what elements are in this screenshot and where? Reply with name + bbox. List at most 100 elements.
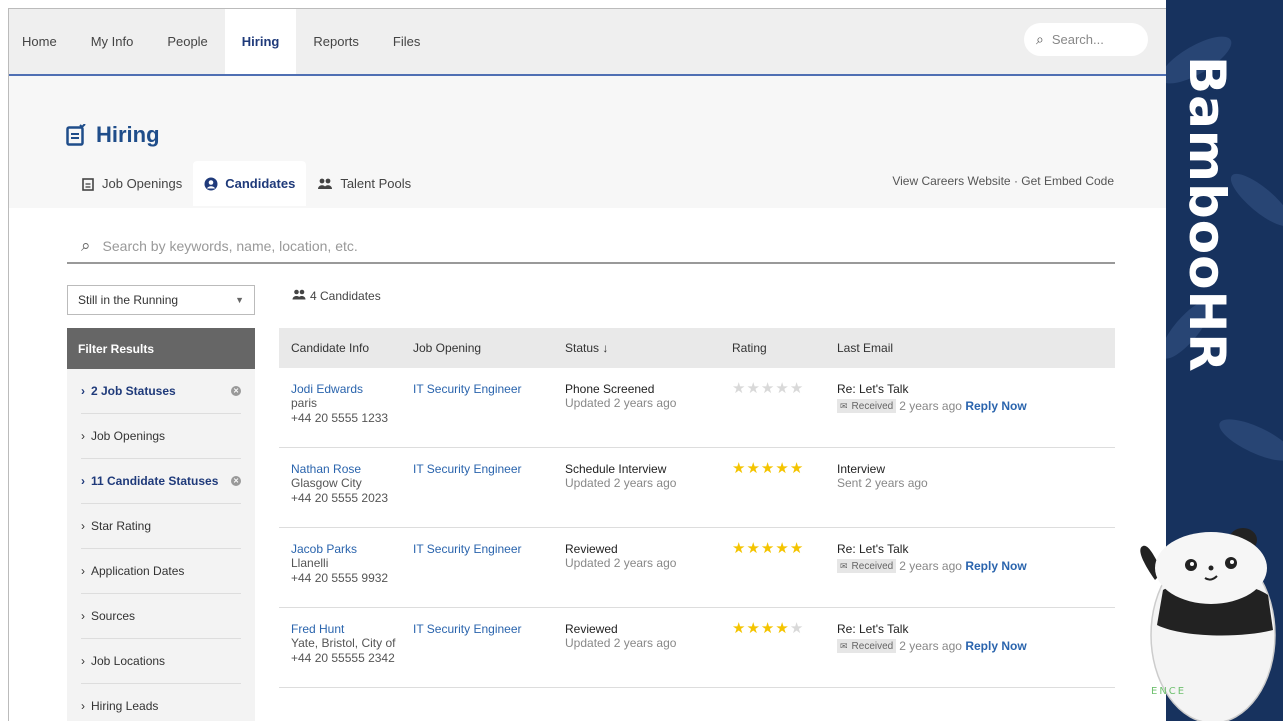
nav-people[interactable]: People (150, 9, 224, 74)
star-icon[interactable]: ★ (775, 460, 789, 477)
email-time: 2 years ago (899, 399, 962, 413)
filter-item-text: › Hiring Leads (81, 699, 158, 713)
clear-filter-icon[interactable]: ✕ (231, 386, 241, 396)
global-search-placeholder: Search... (1051, 32, 1104, 47)
star-icon[interactable]: ★ (732, 460, 746, 477)
received-badge: ✉ Received (837, 639, 897, 653)
star-icon[interactable]: ★ (790, 460, 804, 477)
star-icon[interactable]: ★ (746, 380, 760, 397)
nav-reports[interactable]: Reports (296, 9, 376, 74)
tab-candidates-label: Candidates (225, 176, 296, 191)
search-icon: ⌕ (81, 236, 91, 255)
star-rating[interactable]: ★★★★★ (732, 380, 837, 397)
email-time: 2 years ago (899, 559, 962, 573)
email-subject: Re: Let's Talk (837, 542, 909, 556)
job-openings-icon (82, 177, 95, 191)
star-rating[interactable]: ★★★★★ (732, 460, 837, 477)
star-icon[interactable]: ★ (790, 380, 804, 397)
job-opening-link[interactable]: IT Security Engineer (413, 382, 565, 396)
filter-item[interactable]: › Star Rating (81, 504, 241, 549)
filter-item[interactable]: › 2 Job Statuses ✕ (81, 369, 241, 414)
star-icon[interactable]: ★ (775, 380, 789, 397)
filter-item[interactable]: › Job Openings (81, 414, 241, 459)
table-row[interactable]: Jacob Parks Llanelli +44 20 5555 9932 IT Se… (279, 528, 1115, 608)
email-time: Sent 2 years ago (837, 476, 928, 490)
star-icon[interactable]: ★ (775, 620, 789, 637)
column-header-rating[interactable]: Rating (732, 341, 837, 355)
candidate-filter-dropdown[interactable]: Still in the Running ▼ (67, 285, 255, 315)
job-opening-link[interactable]: IT Security Engineer (413, 542, 565, 556)
table-row[interactable]: Nathan Rose Glasgow City +44 20 5555 2023 I… (279, 448, 1115, 528)
filter-item[interactable]: › Sources (81, 594, 241, 639)
filter-item[interactable]: › Job Locations (81, 639, 241, 684)
star-icon[interactable]: ★ (790, 540, 804, 557)
page-header: Hiring Job Openings Candidates Talent Po… (9, 76, 1166, 206)
star-icon[interactable]: ★ (790, 620, 804, 637)
envelope-icon: ✉ (840, 400, 848, 411)
filter-panel: Filter Results › 2 Job Statuses ✕ › Job Open… (67, 328, 255, 721)
star-icon[interactable]: ★ (761, 540, 775, 557)
column-header-job-opening[interactable]: Job Opening (413, 341, 565, 355)
candidate-phone: +44 20 5555 9932 (291, 571, 389, 585)
nav-home[interactable]: Home (9, 9, 74, 74)
filter-item-text: › Application Dates (81, 564, 184, 578)
chevron-right-icon: › (81, 564, 85, 578)
global-search-input[interactable]: ⌕ Search... (1024, 23, 1148, 56)
filter-item[interactable]: › Application Dates (81, 549, 241, 594)
filter-item-label: 11 Candidate Statuses (91, 474, 219, 488)
star-icon[interactable]: ★ (732, 540, 746, 557)
job-opening-link[interactable]: IT Security Engineer (413, 622, 565, 636)
star-icon[interactable]: ★ (746, 620, 760, 637)
candidate-name-link[interactable]: Jodi Edwards (291, 382, 413, 396)
candidate-name-link[interactable]: Nathan Rose (291, 462, 413, 476)
people-icon (292, 289, 306, 303)
star-icon[interactable]: ★ (732, 620, 746, 637)
candidate-location: paris (291, 396, 318, 410)
tab-candidates[interactable]: Candidates (193, 161, 307, 206)
received-badge-label: Received (851, 560, 894, 572)
star-icon[interactable]: ★ (746, 540, 760, 557)
embed-code-link[interactable]: Get Embed Code (1021, 174, 1114, 188)
star-icon[interactable]: ★ (761, 380, 775, 397)
view-careers-link[interactable]: View Careers Website (892, 174, 1010, 188)
dropdown-value: Still in the Running (78, 293, 179, 307)
candidate-name-link[interactable]: Jacob Parks (291, 542, 413, 556)
table-row[interactable]: Jodi Edwards paris +44 20 5555 1233 IT Secu… (279, 368, 1115, 448)
candidate-search-input[interactable]: ⌕ Search by keywords, name, location, et… (67, 230, 1115, 264)
column-header-candidate-info[interactable]: Candidate Info (279, 341, 413, 355)
star-icon[interactable]: ★ (761, 460, 775, 477)
column-header-status[interactable]: Status ↓ (565, 341, 732, 355)
chevron-right-icon: › (81, 519, 85, 533)
candidate-phone: +44 20 5555 1233 (291, 411, 389, 425)
candidate-status: Phone Screened (565, 382, 655, 396)
star-icon[interactable]: ★ (732, 380, 746, 397)
link-separator: · (1013, 174, 1018, 188)
email-time: 2 years ago (899, 639, 962, 653)
tab-job-openings[interactable]: Job Openings (71, 161, 193, 206)
star-icon[interactable]: ★ (761, 620, 775, 637)
clear-filter-icon[interactable]: ✕ (231, 476, 241, 486)
column-header-last-email[interactable]: Last Email (837, 341, 1115, 355)
star-icon[interactable]: ★ (775, 540, 789, 557)
filter-item-text: › Sources (81, 609, 135, 623)
nav-my-info[interactable]: My Info (74, 9, 151, 74)
filter-item[interactable]: › 11 Candidate Statuses ✕ (81, 459, 241, 504)
star-rating[interactable]: ★★★★★ (732, 540, 837, 557)
page-title: Hiring (66, 122, 160, 148)
job-opening-link[interactable]: IT Security Engineer (413, 462, 565, 476)
candidate-name-link[interactable]: Fred Hunt (291, 622, 413, 636)
filter-item[interactable]: › Hiring Leads (81, 684, 241, 721)
nav-files[interactable]: Files (376, 9, 437, 74)
tab-talent-pools[interactable]: Talent Pools (306, 161, 422, 206)
reply-now-link[interactable]: Reply Now (965, 399, 1026, 413)
star-icon[interactable]: ★ (746, 460, 760, 477)
candidate-location: Llanelli (291, 556, 329, 570)
nav-hiring[interactable]: Hiring (224, 9, 297, 74)
reply-now-link[interactable]: Reply Now (965, 559, 1026, 573)
reply-now-link[interactable]: Reply Now (965, 639, 1026, 653)
table-row[interactable]: Fred Hunt Yate, Bristol, City of +44 20 55… (279, 608, 1115, 688)
star-rating[interactable]: ★★★★★ (732, 620, 837, 637)
tab-talent-pools-label: Talent Pools (340, 176, 412, 191)
email-subject: Re: Let's Talk (837, 382, 909, 396)
filter-item-text: › 2 Job Statuses (81, 384, 176, 398)
